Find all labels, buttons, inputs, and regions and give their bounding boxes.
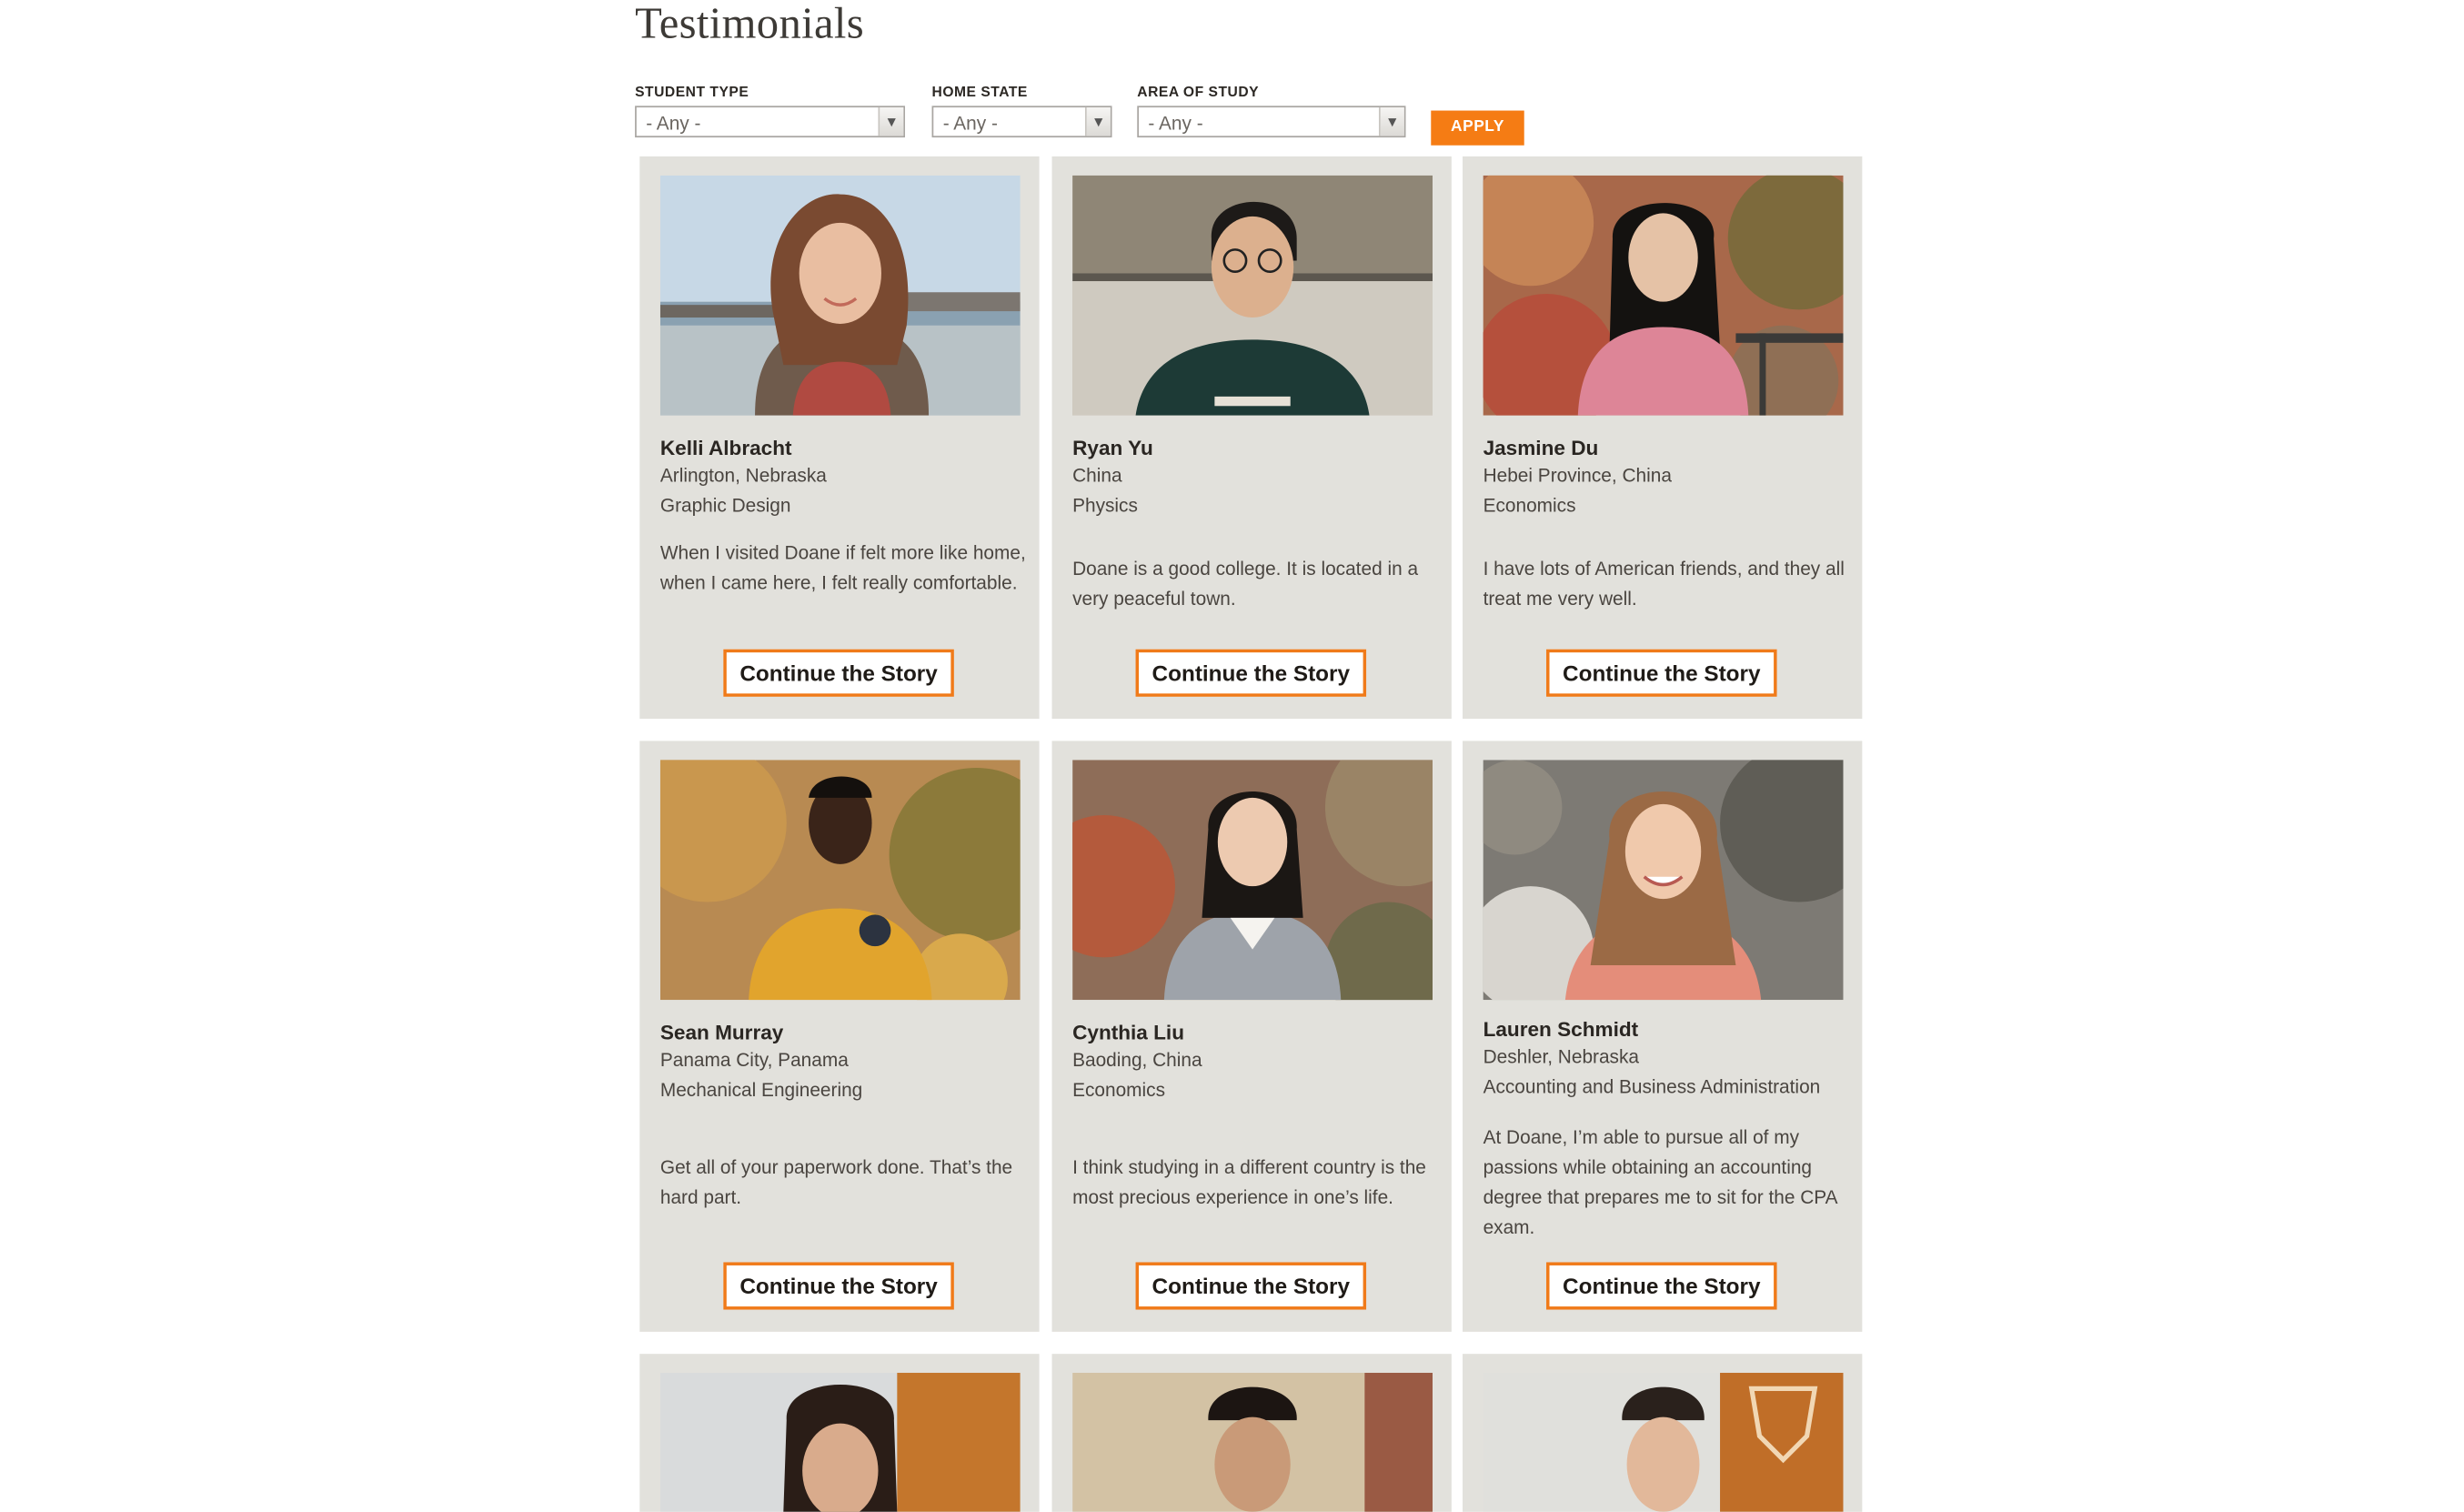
student-photo[interactable] (1483, 760, 1844, 1001)
testimonials-page: Testimonials STUDENT TYPE - Any - ▼ HOME… (0, 0, 2464, 1512)
student-name: Kelli Albracht (659, 436, 792, 460)
testimonial-card (1051, 1354, 1452, 1512)
student-quote: I think studying in a different country … (1072, 1156, 1426, 1209)
area-of-study-select[interactable]: - Any - ▼ (1137, 106, 1406, 138)
area-of-study-value: - Any - (1148, 112, 1203, 135)
student-type-value: - Any - (646, 112, 701, 135)
student-photo[interactable] (1483, 1373, 1844, 1512)
page-title: Testimonials (635, 0, 865, 49)
testimonial-card: Lauren Schmidt Deshler, Nebraska Account… (1462, 741, 1863, 1332)
student-location: Hebei Province, China (1483, 464, 1672, 487)
continue-story-button[interactable]: Continue the Story (723, 1262, 954, 1310)
student-major: Mechanical Engineering (659, 1079, 863, 1102)
student-name: Cynthia Liu (1072, 1020, 1184, 1044)
student-location: Arlington, Nebraska (659, 464, 827, 487)
testimonial-card: Kelli Albracht Arlington, Nebraska Graph… (639, 156, 1040, 720)
filter-home-state: HOME STATE - Any - ▼ (931, 82, 1112, 138)
student-name: Ryan Yu (1072, 436, 1153, 460)
testimonial-card: Cynthia Liu Baoding, China Economics I t… (1051, 741, 1452, 1332)
student-quote: Get all of your paperwork done. That’s t… (659, 1156, 1013, 1209)
student-major: Economics (1072, 1079, 1165, 1102)
student-location: Baoding, China (1072, 1049, 1202, 1072)
student-photo[interactable] (659, 1373, 1021, 1512)
student-photo[interactable] (1072, 175, 1433, 416)
area-of-study-label: AREA OF STUDY (1137, 84, 1260, 100)
student-major: Economics (1483, 494, 1576, 517)
filter-student-type: STUDENT TYPE - Any - ▼ (635, 82, 906, 138)
testimonial-card: Jasmine Du Hebei Province, China Economi… (1462, 156, 1863, 720)
filter-area-of-study: AREA OF STUDY - Any - ▼ (1137, 82, 1406, 138)
testimonial-card: Sean Murray Panama City, Panama Mechanic… (639, 741, 1040, 1332)
student-photo[interactable] (1072, 1373, 1433, 1512)
student-photo[interactable] (659, 760, 1021, 1001)
student-major: Accounting and Business Administration (1483, 1075, 1821, 1098)
student-name: Jasmine Du (1483, 436, 1599, 460)
student-type-select[interactable]: - Any - ▼ (635, 106, 906, 138)
apply-button[interactable]: APPLY (1431, 110, 1524, 146)
student-quote: When I visited Doane if felt more like h… (659, 541, 1026, 594)
student-photo[interactable] (1483, 175, 1844, 416)
student-quote: I have lots of American friends, and the… (1483, 557, 1845, 610)
student-name: Lauren Schmidt (1483, 1017, 1639, 1042)
student-type-label: STUDENT TYPE (635, 84, 749, 100)
student-name: Sean Murray (659, 1020, 784, 1044)
testimonial-card (639, 1354, 1040, 1512)
home-state-label: HOME STATE (931, 84, 1028, 100)
student-location: China (1072, 464, 1122, 487)
student-photo[interactable] (1072, 760, 1433, 1001)
student-quote: Doane is a good college. It is located i… (1072, 557, 1419, 610)
student-location: Deshler, Nebraska (1483, 1045, 1639, 1068)
continue-story-button[interactable]: Continue the Story (1135, 649, 1367, 697)
student-quote: At Doane, I’m able to pursue all of my p… (1483, 1126, 1837, 1239)
chevron-down-icon: ▼ (878, 107, 904, 136)
continue-story-button[interactable]: Continue the Story (1135, 1262, 1367, 1310)
student-major: Graphic Design (659, 494, 791, 517)
testimonial-card: Ryan Yu China Physics Doane is a good co… (1051, 156, 1452, 720)
testimonial-card (1462, 1354, 1863, 1512)
home-state-value: - Any - (942, 112, 998, 135)
continue-story-button[interactable]: Continue the Story (723, 649, 954, 697)
student-major: Physics (1072, 494, 1138, 517)
student-photo[interactable] (659, 175, 1021, 416)
student-location: Panama City, Panama (659, 1049, 849, 1072)
continue-story-button[interactable]: Continue the Story (1546, 649, 1777, 697)
chevron-down-icon: ▼ (1378, 107, 1404, 136)
home-state-select[interactable]: - Any - ▼ (931, 106, 1112, 138)
continue-story-button[interactable]: Continue the Story (1546, 1262, 1777, 1310)
chevron-down-icon: ▼ (1084, 107, 1111, 136)
